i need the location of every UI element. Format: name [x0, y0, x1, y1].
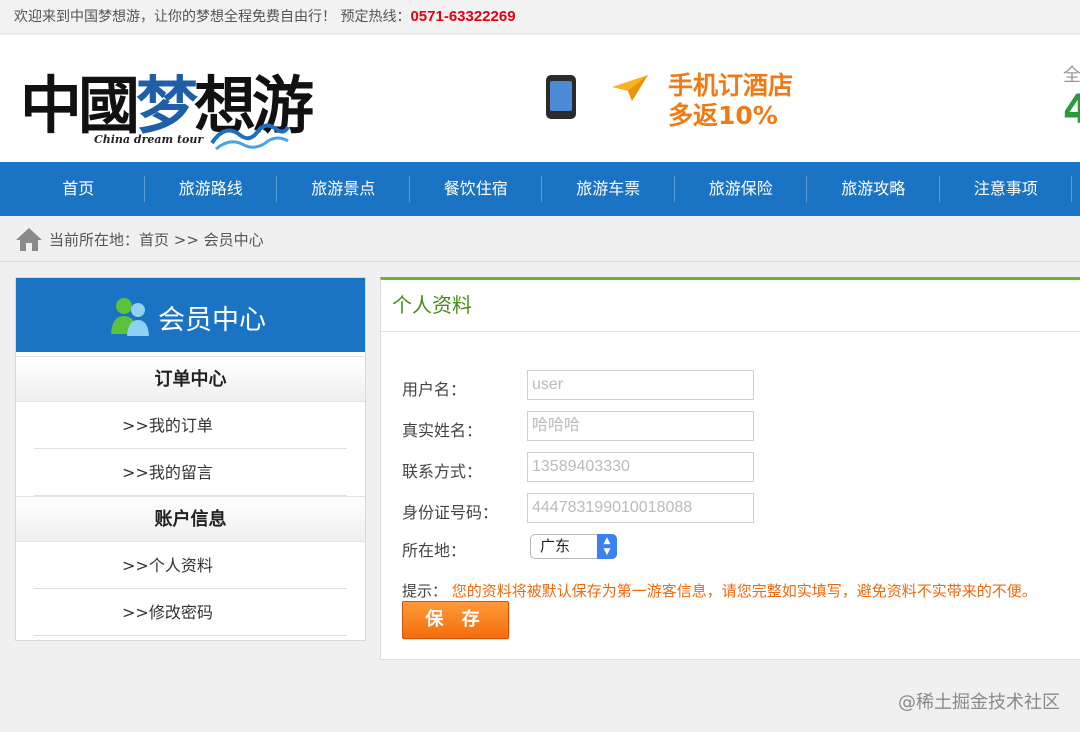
tip-label: 提示： [402, 582, 448, 600]
nav-item-routes[interactable]: 旅游路线 [145, 162, 278, 216]
sidebar-item-change-password[interactable]: >>修改密码 [16, 589, 365, 636]
welcome-text: 欢迎来到中国梦想游，让你的梦想全程免费自由行！ 预定热线： [14, 9, 411, 25]
profile-panel: 个人资料 用户名： 真实姓名： 联系方式： 身份证号码： 所在地： 广东 ▲▼ … [380, 277, 1080, 660]
hotline-number: 0571-63322269 [410, 8, 516, 25]
nav-item-notices[interactable]: 注意事项 [940, 162, 1073, 216]
section-account-info: 账户信息 [16, 496, 365, 542]
breadcrumb: 当前所在地：首页 >> 会员中心 [0, 216, 1080, 262]
users-icon [111, 298, 149, 336]
logo-char-2: 梦 [136, 69, 198, 142]
real-name-field[interactable] [527, 411, 754, 441]
sidebar-item-my-messages[interactable]: >>我的留言 [16, 449, 365, 496]
logo-char-1: 中國 [20, 69, 140, 142]
header-edge-text: 全 [1063, 65, 1080, 86]
sidebar-header: 会员中心 [16, 278, 365, 352]
home-icon [16, 228, 42, 251]
nav-item-dining-lodging[interactable]: 餐饮住宿 [410, 162, 543, 216]
mobile-hotel-promo[interactable]: 手机订酒店 多返10% [540, 65, 810, 145]
contact-field[interactable] [527, 452, 754, 482]
section-order-center: 订单中心 [16, 356, 365, 402]
location-label: 所在地： [402, 541, 467, 560]
nav-item-attractions[interactable]: 旅游景点 [277, 162, 410, 216]
location-value: 广东 [540, 537, 571, 555]
contact-label: 联系方式： [402, 462, 483, 481]
save-button[interactable]: 保 存 [402, 601, 509, 639]
nav-item-home[interactable]: 首页 [12, 162, 145, 216]
username-field[interactable] [527, 370, 754, 400]
header: 中國梦想游 China dream tour 手机订酒店 多返10% 全 4 [0, 35, 1080, 162]
sidebar-item-profile[interactable]: >>个人资料 [16, 542, 365, 589]
wave-icon [210, 123, 290, 151]
watermark: @稀土掘金技术社区 [898, 692, 1060, 713]
real-name-label: 真实姓名： [402, 421, 483, 440]
member-sidebar: 会员中心 订单中心 >>我的订单 >>我的留言 账户信息 >>个人资料 >>修改… [15, 277, 366, 641]
username-label: 用户名： [402, 380, 467, 399]
nav-item-tickets[interactable]: 旅游车票 [542, 162, 675, 216]
paper-plane-icon [612, 75, 648, 101]
phone-icon [546, 75, 576, 119]
promo-line-1: 手机订酒店 [668, 71, 794, 100]
sidebar-title: 会员中心 [158, 305, 266, 336]
site-logo[interactable]: 中國梦想游 China dream tour [20, 55, 314, 155]
sidebar-item-my-orders[interactable]: >>我的订单 [16, 402, 365, 449]
logo-subtitle: China dream tour [94, 133, 204, 146]
nav-item-insurance[interactable]: 旅游保险 [675, 162, 808, 216]
top-bar: 欢迎来到中国梦想游，让你的梦想全程免费自由行！ 预定热线：0571-633222… [0, 0, 1080, 34]
breadcrumb-text: 当前所在地：首页 >> 会员中心 [49, 231, 264, 249]
nav-item-guides[interactable]: 旅游攻略 [807, 162, 940, 216]
select-arrows-icon: ▲ ▼ [597, 534, 617, 559]
page-title: 个人资料 [381, 280, 1080, 332]
header-edge-number: 4 [1063, 87, 1080, 133]
id-number-field[interactable] [527, 493, 754, 523]
main-nav: 首页 旅游路线 旅游景点 餐饮住宿 旅游车票 旅游保险 旅游攻略 注意事项 [0, 162, 1080, 216]
tip-message: 您的资料将被默认保存为第一游客信息，请您完整如实填写，避免资料不实带来的不便。 [451, 582, 1037, 600]
location-select[interactable]: 广东 ▲ ▼ [530, 534, 617, 559]
id-number-label: 身份证号码： [402, 503, 499, 522]
promo-line-2: 多返10% [668, 101, 778, 130]
tip-text: 提示： 您的资料将被默认保存为第一游客信息，请您完整如实填写，避免资料不实带来的… [402, 580, 1037, 601]
